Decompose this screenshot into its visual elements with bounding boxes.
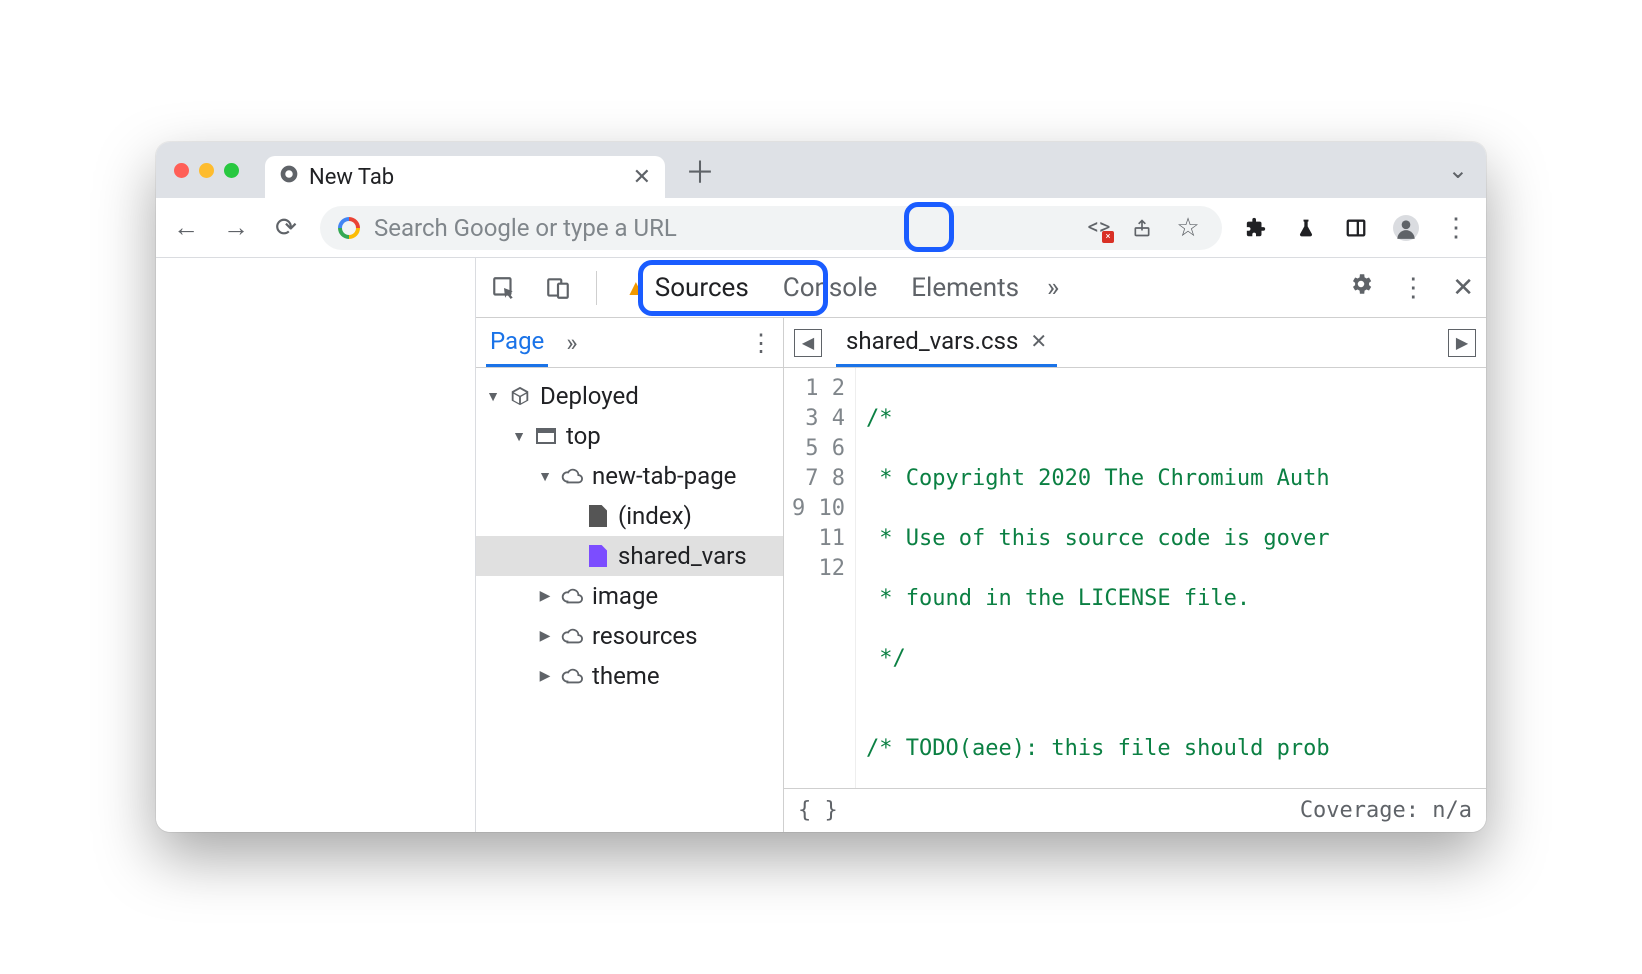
tree-label: theme bbox=[592, 662, 660, 690]
cloud-icon bbox=[560, 624, 584, 648]
tree-label: (index) bbox=[618, 502, 692, 530]
tab-title: New Tab bbox=[309, 165, 394, 190]
navigator-more-button[interactable]: » bbox=[566, 329, 577, 357]
error-badge: × bbox=[1102, 231, 1114, 243]
package-icon bbox=[508, 384, 532, 408]
tree-label: shared_vars bbox=[618, 542, 747, 570]
warning-icon: ▲ bbox=[625, 275, 647, 301]
cloud-icon bbox=[560, 464, 584, 488]
tab-strip: New Tab ✕ ＋ ⌄ bbox=[156, 142, 1486, 198]
navigator-tab-page[interactable]: Page bbox=[486, 318, 548, 367]
file-tab-label: shared_vars.css bbox=[846, 327, 1018, 355]
coverage-status: Coverage: n/a bbox=[1300, 798, 1472, 823]
window-minimize-button[interactable] bbox=[199, 163, 214, 178]
window-maximize-button[interactable] bbox=[224, 163, 239, 178]
devtools-menu-button[interactable]: ⋮ bbox=[1400, 273, 1426, 303]
file-icon bbox=[586, 504, 610, 528]
chevron-right-icon: ▶ bbox=[538, 588, 552, 604]
chrome-icon bbox=[279, 164, 299, 190]
devtools-tabbar: ▲ Sources Console Elements » ⋮ ✕ bbox=[476, 258, 1486, 318]
tree-label: resources bbox=[592, 622, 698, 650]
window-controls bbox=[174, 163, 239, 178]
share-icon[interactable] bbox=[1126, 212, 1158, 244]
spacer bbox=[564, 508, 578, 524]
tab-sources[interactable]: ▲ Sources bbox=[619, 258, 755, 317]
tab-console-label: Console bbox=[783, 273, 877, 303]
tree-label: image bbox=[592, 582, 658, 610]
toolbar: ← → ⟳ Search Google or type a URL <>× ☆ bbox=[156, 198, 1486, 258]
page-viewport bbox=[156, 258, 476, 832]
tree-row-theme[interactable]: ▶ theme bbox=[476, 656, 783, 696]
forward-button[interactable]: → bbox=[220, 212, 252, 244]
code-lines: /* * Copyright 2020 The Chromium Auth * … bbox=[856, 368, 1486, 788]
devtools-panel: ▲ Sources Console Elements » ⋮ ✕ Page bbox=[476, 258, 1486, 832]
editor-tabbar: ◀ shared_vars.css ✕ ▶ bbox=[784, 318, 1486, 367]
chevron-down-icon: ▼ bbox=[512, 428, 526, 445]
new-tab-button[interactable]: ＋ bbox=[685, 148, 715, 192]
file-icon bbox=[586, 544, 610, 568]
omnibox[interactable]: Search Google or type a URL <>× ☆ bbox=[320, 206, 1222, 250]
inspect-element-icon[interactable] bbox=[488, 272, 520, 304]
tab-elements-label: Elements bbox=[911, 273, 1019, 303]
tree-row-top[interactable]: ▼ top bbox=[476, 416, 783, 456]
tree-label: Deployed bbox=[540, 382, 639, 410]
line-gutter: 1 2 3 4 5 6 7 8 9 10 11 12 bbox=[784, 368, 856, 788]
tree-row-resources[interactable]: ▶ resources bbox=[476, 616, 783, 656]
nav-right-icon[interactable]: ▶ bbox=[1448, 329, 1476, 357]
side-panel-icon[interactable] bbox=[1340, 212, 1372, 244]
browser-window: New Tab ✕ ＋ ⌄ ← → ⟳ Search Google or typ… bbox=[156, 142, 1486, 832]
google-icon bbox=[338, 217, 360, 239]
tab-elements[interactable]: Elements bbox=[905, 258, 1025, 317]
tree-row-shared-vars[interactable]: shared_vars bbox=[476, 536, 783, 576]
chevron-down-icon: ▼ bbox=[486, 388, 500, 405]
labs-icon[interactable] bbox=[1290, 212, 1322, 244]
cloud-icon bbox=[560, 664, 584, 688]
extensions-icon[interactable] bbox=[1240, 212, 1272, 244]
window-close-button[interactable] bbox=[174, 163, 189, 178]
tree-label: new-tab-page bbox=[592, 462, 736, 490]
bookmark-star-icon[interactable]: ☆ bbox=[1172, 212, 1204, 244]
file-tab-shared-vars[interactable]: shared_vars.css ✕ bbox=[836, 318, 1057, 367]
reload-button[interactable]: ⟳ bbox=[270, 212, 302, 244]
chevron-right-icon: ▶ bbox=[538, 628, 552, 644]
devtools-error-icon[interactable]: <>× bbox=[1086, 215, 1112, 241]
chevron-right-icon: ▶ bbox=[538, 668, 552, 684]
omnibox-placeholder: Search Google or type a URL bbox=[374, 214, 677, 242]
tab-list-button[interactable]: ⌄ bbox=[1448, 156, 1468, 184]
chrome-menu-button[interactable]: ⋮ bbox=[1440, 212, 1472, 244]
cloud-icon bbox=[560, 584, 584, 608]
tab-sources-label: Sources bbox=[655, 273, 749, 303]
tab-console[interactable]: Console bbox=[777, 258, 883, 317]
nav-left-icon[interactable]: ◀ bbox=[794, 329, 822, 357]
more-tabs-button[interactable]: » bbox=[1047, 273, 1059, 303]
tree-row-index[interactable]: (index) bbox=[476, 496, 783, 536]
tree-row-origin[interactable]: ▼ new-tab-page bbox=[476, 456, 783, 496]
tree-label: top bbox=[566, 422, 601, 450]
frame-icon bbox=[534, 424, 558, 448]
source-editor[interactable]: 1 2 3 4 5 6 7 8 9 10 11 12 /* * Copyrigh… bbox=[784, 368, 1486, 832]
devtools-body: ▼ Deployed ▼ top ▼ new-tab-pa bbox=[476, 368, 1486, 832]
content-area: ▲ Sources Console Elements » ⋮ ✕ Page bbox=[156, 258, 1486, 832]
profile-avatar[interactable] bbox=[1390, 212, 1422, 244]
spacer bbox=[564, 548, 578, 564]
browser-tab[interactable]: New Tab ✕ bbox=[265, 156, 665, 198]
device-toggle-icon[interactable] bbox=[542, 272, 574, 304]
devtools-subheader: Page » ⋮ ◀ shared_vars.css ✕ ▶ bbox=[476, 318, 1486, 368]
file-tab-close-button[interactable]: ✕ bbox=[1030, 329, 1047, 353]
chevron-down-icon: ▼ bbox=[538, 468, 552, 485]
navigator-menu-button[interactable]: ⋮ bbox=[749, 329, 773, 357]
settings-gear-icon[interactable] bbox=[1348, 271, 1374, 304]
tab-close-button[interactable]: ✕ bbox=[633, 165, 651, 190]
tree-row-deployed[interactable]: ▼ Deployed bbox=[476, 376, 783, 416]
back-button[interactable]: ← bbox=[170, 212, 202, 244]
navigator-tabs: Page » ⋮ bbox=[476, 318, 784, 367]
pretty-print-button[interactable]: { } bbox=[798, 798, 838, 823]
editor-statusbar: { } Coverage: n/a bbox=[784, 788, 1486, 832]
devtools-close-button[interactable]: ✕ bbox=[1452, 273, 1474, 303]
tree-row-image[interactable]: ▶ image bbox=[476, 576, 783, 616]
file-navigator: ▼ Deployed ▼ top ▼ new-tab-pa bbox=[476, 368, 784, 832]
